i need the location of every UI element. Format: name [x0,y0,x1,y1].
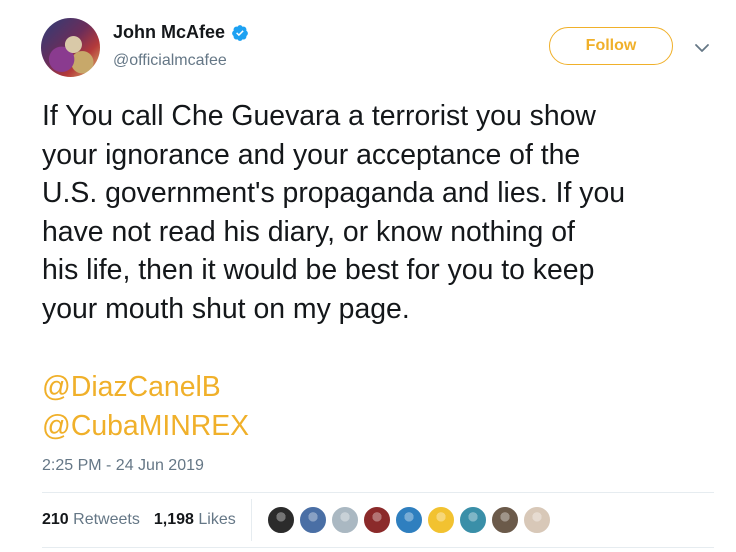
liker-avatar-6[interactable] [427,506,455,534]
likes-stat[interactable]: 1,198 Likes [154,511,236,529]
liker-avatars [267,506,551,534]
author-name-row: John McAfee [113,22,249,43]
tweet-text: If You call Che Guevara a terrorist you … [42,97,732,328]
likes-label: Likes [198,511,236,528]
tweet-text-line: have not read his diary, or know nothing… [42,215,575,248]
author-avatar[interactable] [41,18,100,77]
liker-avatar-7[interactable] [459,506,487,534]
retweets-count: 210 [42,511,69,528]
tweet-text-line: U.S. government's propaganda and lies. I… [42,177,626,209]
liker-avatar-9[interactable] [523,506,551,534]
tweet-text-line: If You call Che Guevara a terrorist you … [42,100,596,132]
liker-avatar-5[interactable] [395,506,423,534]
stats-separator [251,499,252,541]
liker-avatar-2[interactable] [299,506,327,534]
author-name[interactable]: John McAfee [113,22,225,43]
liker-avatar-4[interactable] [363,506,391,534]
mentions: @DiazCanelB @CubaMINREX [42,368,249,445]
chevron-down-icon[interactable] [694,40,710,56]
liker-avatar-1[interactable] [267,506,295,534]
retweets-label: Retweets [73,511,140,528]
tweet-text-line: your ignorance and your acceptance of th… [42,138,581,171]
liker-avatar-8[interactable] [491,506,519,534]
liker-avatar-3[interactable] [331,506,359,534]
tweet-text-line: his life, then it would be best for you … [42,254,595,286]
mention-link[interactable]: @CubaMINREX [42,407,249,446]
retweets-stat[interactable]: 210 Retweets [42,511,140,529]
follow-button[interactable]: Follow [549,27,673,65]
mention-link[interactable]: @DiazCanelB [42,368,249,407]
author-handle[interactable]: @officialmcafee [113,52,227,70]
verified-badge-icon [232,24,248,41]
divider [42,547,714,548]
divider [42,492,714,493]
tweet-stats: 210 Retweets 1,198 Likes [42,511,236,529]
tweet-timestamp[interactable]: 2:25 PM - 24 Jun 2019 [42,457,204,475]
tweet-text-line: your mouth shut on my page. [42,292,410,325]
likes-count: 1,198 [153,511,194,528]
